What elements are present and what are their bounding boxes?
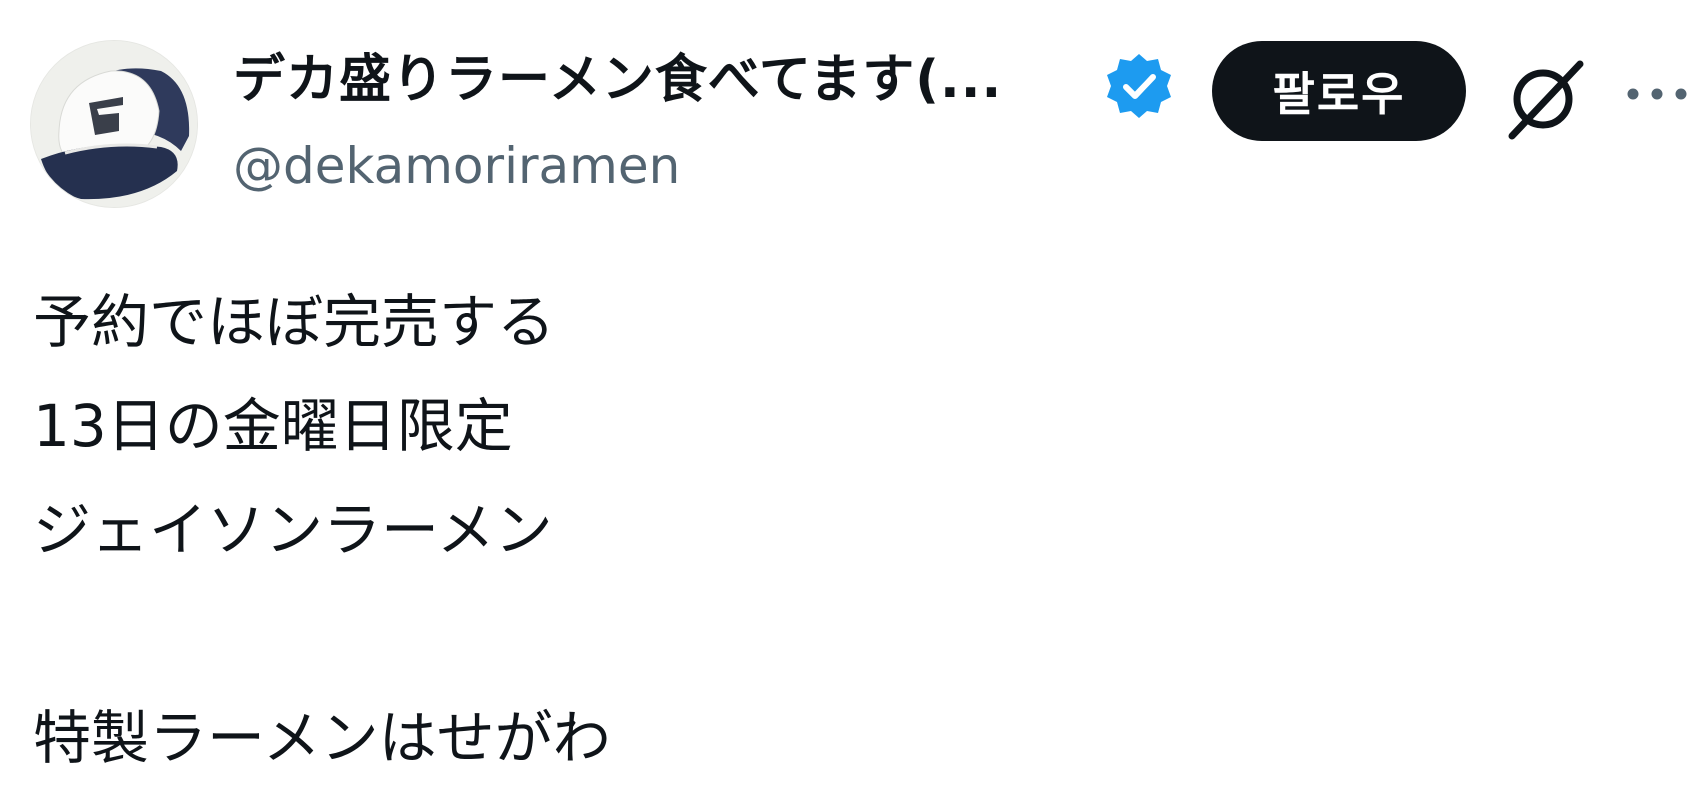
tweet-text: 予約でほぼ完売する 13日の金曜日限定 ジェイソンラーメン 特製ラーメンはせがわ <box>33 270 1673 790</box>
tweet-line: 特製ラーメンはせがわ <box>33 704 611 772</box>
cap-photo-icon <box>31 41 197 207</box>
follow-button[interactable]: 팔로우 <box>1212 41 1466 141</box>
tweet-line: 予約でほぼ完売する <box>33 288 556 356</box>
user-handle[interactable]: @dekamoriramen <box>233 133 680 199</box>
tweet-line: ジェイソンラーメン <box>33 496 553 564</box>
grok-icon[interactable] <box>1500 56 1586 142</box>
more-icon[interactable] <box>1625 82 1689 106</box>
tweet-line: 13日の金曜日限定 <box>33 392 513 460</box>
display-name[interactable]: デカ盛りラーメン食べてます(... <box>233 46 1002 114</box>
avatar[interactable] <box>30 40 198 208</box>
verified-badge-icon[interactable] <box>1104 51 1174 121</box>
